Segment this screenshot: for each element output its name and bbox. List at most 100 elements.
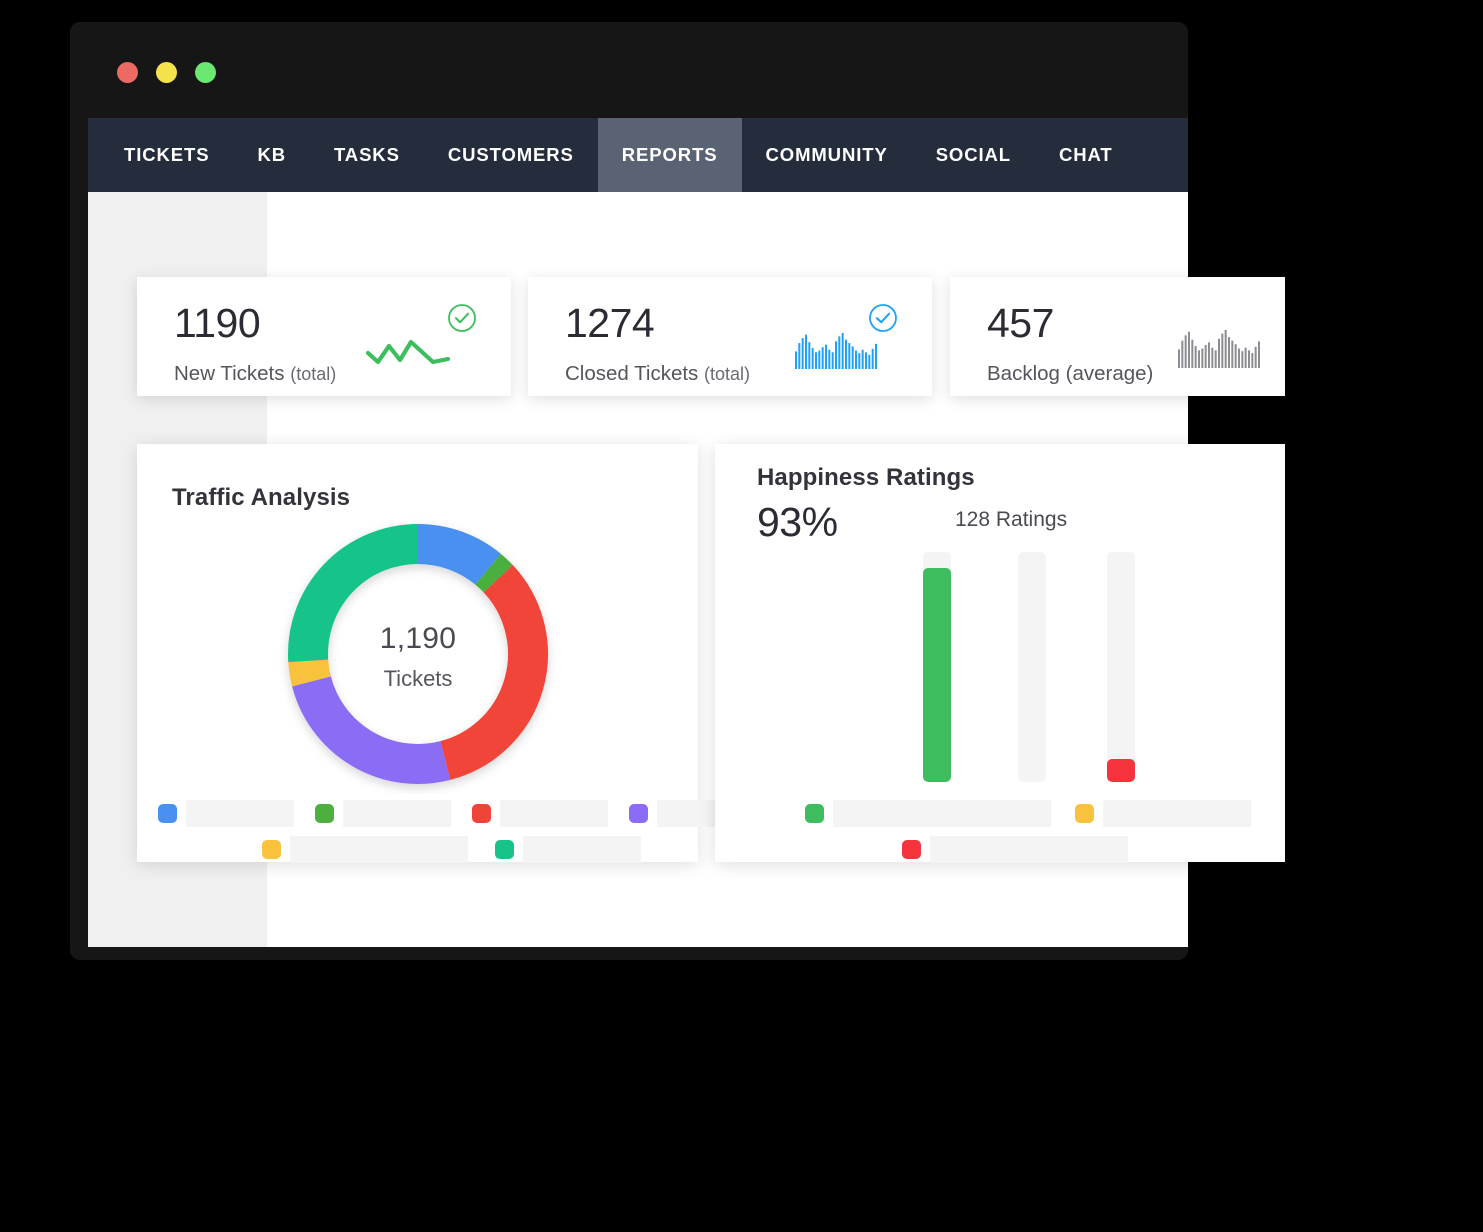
happiness-legend-row-2 (902, 836, 1128, 863)
happiness-bar-track-neutral[interactable] (1018, 552, 1046, 782)
nav-label: TASKS (334, 144, 400, 166)
stat-text-block: 1190 New Tickets (total) (137, 277, 336, 386)
window-minimize-button[interactable] (156, 62, 177, 83)
donut-center-text: 1,190 Tickets (278, 622, 558, 692)
nav-label: SOCIAL (936, 144, 1011, 166)
sparkline-bar (795, 351, 797, 369)
sparkline-bar (1238, 349, 1240, 368)
traffic-donut-chart[interactable]: 1,190 Tickets (278, 514, 558, 794)
donut-segment[interactable] (311, 681, 445, 764)
sparkline-bar (1241, 351, 1243, 368)
sparkline-bar (1181, 341, 1183, 368)
stat-label-sub: (total) (290, 364, 336, 384)
traffic-legend-row-2 (262, 836, 641, 863)
sparkline-bar (1215, 350, 1217, 368)
sparkline-bar (808, 342, 810, 369)
legend-color-chip (902, 840, 921, 859)
nav-item-community[interactable]: COMMUNITY (742, 118, 912, 192)
nav-label: CUSTOMERS (448, 144, 574, 166)
sparkline-bar (852, 346, 854, 369)
stat-label: New Tickets (total) (174, 362, 336, 386)
sparkline-bar (1258, 341, 1260, 368)
sparkline-bar (802, 338, 804, 369)
sparkline-bar (1225, 330, 1227, 368)
nav-item-tasks[interactable]: TASKS (310, 118, 424, 192)
legend-color-chip (315, 804, 334, 823)
sparkline-bar (805, 335, 807, 369)
legend-label-placeholder (833, 800, 1051, 827)
nav-item-social[interactable]: SOCIAL (912, 118, 1035, 192)
happiness-bar-track-unhappy[interactable] (1107, 552, 1135, 782)
stat-label: Closed Tickets (total) (565, 362, 750, 386)
legend-color-chip (472, 804, 491, 823)
sparkline-bar (1228, 337, 1230, 368)
sparkline-bar (875, 344, 877, 369)
happiness-ratings-count: 128 Ratings (955, 508, 1067, 532)
happiness-ratings-panel: Happiness Ratings 93% 128 Ratings (715, 444, 1285, 862)
main-navigation: TICKETS KB TASKS CUSTOMERS REPORTS COMMU… (88, 118, 1188, 192)
legend-label-placeholder (500, 800, 608, 827)
panel-title-happiness: Happiness Ratings (757, 464, 975, 492)
nav-item-kb[interactable]: KB (233, 118, 310, 192)
sparkline-bar (1248, 350, 1250, 368)
legend-color-chip (262, 840, 281, 859)
stat-card-new-tickets[interactable]: 1190 New Tickets (total) (137, 277, 511, 396)
happiness-bar-fill-happy (923, 568, 951, 782)
nav-item-reports[interactable]: REPORTS (598, 118, 742, 192)
sparkline-bar (1208, 342, 1210, 368)
sparkline-bar (842, 333, 844, 369)
legend-label-placeholder (343, 800, 451, 827)
sparkline-bar (832, 352, 834, 369)
sparkline-bar (1188, 332, 1190, 368)
sparkline-bar (1195, 346, 1197, 368)
sparkline-bar-chart (795, 333, 877, 374)
donut-center-value: 1,190 (278, 622, 558, 656)
stat-label: Backlog (average) (987, 362, 1153, 386)
sparkline-bar (822, 347, 824, 369)
stat-value: 1190 (174, 303, 336, 344)
nav-label: TICKETS (124, 144, 209, 166)
stat-label-main: New Tickets (174, 362, 285, 385)
panel-title-traffic: Traffic Analysis (172, 484, 350, 512)
sparkline-bar (1245, 348, 1247, 368)
legend-label-placeholder (290, 836, 468, 863)
sparkline-line-chart (365, 335, 451, 374)
stat-text-block: 1274 Closed Tickets (total) (528, 277, 750, 386)
window-close-button[interactable] (117, 62, 138, 83)
window-titlebar (70, 22, 1188, 118)
window-maximize-button[interactable] (195, 62, 216, 83)
sparkline-bar-chart (1178, 330, 1260, 373)
stat-value: 457 (987, 303, 1153, 344)
nav-item-customers[interactable]: CUSTOMERS (424, 118, 598, 192)
sparkline-bar (858, 353, 860, 369)
sparkline-bar (815, 352, 817, 369)
stat-card-backlog[interactable]: 457 Backlog (average) (950, 277, 1285, 396)
happiness-bar-track-happy[interactable] (923, 552, 951, 782)
nav-item-tickets[interactable]: TICKETS (100, 118, 233, 192)
sparkline-bar (812, 348, 814, 369)
nav-label: KB (257, 144, 286, 166)
window-traffic-lights (117, 62, 216, 83)
donut-segment[interactable] (418, 544, 488, 569)
screenshot-root: TICKETS KB TASKS CUSTOMERS REPORTS COMMU… (0, 0, 1483, 1232)
nav-item-chat[interactable]: CHAT (1035, 118, 1137, 192)
sparkline-bar (828, 350, 830, 369)
sparkline-bar (1211, 348, 1213, 368)
sparkline-bar (1185, 335, 1187, 368)
stat-value: 1274 (565, 303, 750, 344)
sparkline-bar (848, 343, 850, 369)
happiness-bar-fill-unhappy (1107, 759, 1135, 782)
sparkline-bar (1218, 339, 1220, 368)
donut-center-label: Tickets (278, 666, 558, 692)
traffic-analysis-panel: Traffic Analysis 1,190 Tickets (137, 444, 698, 862)
stat-card-closed-tickets[interactable]: 1274 Closed Tickets (total) (528, 277, 932, 396)
sparkline-bar (1201, 349, 1203, 368)
sparkline-bar (798, 343, 800, 369)
sparkline-bar (1191, 340, 1193, 368)
sparkline-bar (868, 355, 870, 369)
donut-segment[interactable] (488, 569, 498, 578)
legend-label-placeholder (523, 836, 641, 863)
traffic-legend-row-1 (158, 800, 775, 827)
sparkline-bar (1198, 350, 1200, 368)
legend-label-placeholder (930, 836, 1128, 863)
